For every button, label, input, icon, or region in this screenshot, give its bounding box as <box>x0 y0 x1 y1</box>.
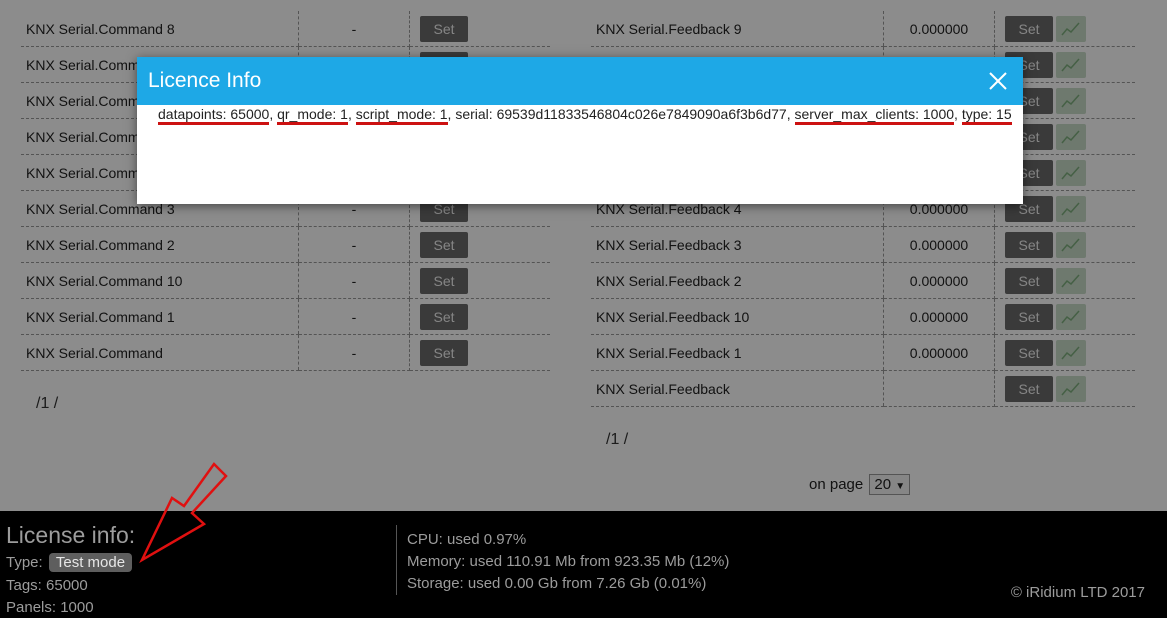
dialog-header: Licence Info <box>137 57 1023 105</box>
license-type: Type: Test mode <box>6 553 133 572</box>
field-type: type: 15 <box>961 106 1012 125</box>
license-type-badge: Test mode <box>48 553 133 572</box>
license-title: License info: <box>6 522 136 548</box>
close-icon[interactable] <box>987 70 1009 92</box>
storage-usage: Storage: used 0.00 Gb from 7.26 Gb (0.01… <box>407 575 707 592</box>
field-serial: serial: 69539d11833546804c026e7849090a6f… <box>455 106 787 122</box>
memory-usage: Memory: used 110.91 Mb from 923.35 Mb (1… <box>407 553 730 570</box>
annotation-arrow-icon <box>139 462 228 564</box>
field-datapoints: datapoints: 65000 <box>158 106 270 125</box>
divider <box>396 525 397 595</box>
licence-info-dialog: Licence Info datapoints: 65000, qr_mode:… <box>137 57 1023 204</box>
dialog-body: datapoints: 65000, qr_mode: 1, script_mo… <box>137 103 1023 125</box>
cpu-usage: CPU: used 0.97% <box>407 531 527 548</box>
field-qr-mode: qr_mode: 1 <box>277 106 348 125</box>
dialog-title: Licence Info <box>148 69 262 92</box>
field-script-mode: script_mode: 1 <box>355 106 448 125</box>
copyright: © iRidium LTD 2017 <box>1010 584 1145 601</box>
license-type-label: Type: <box>6 554 43 571</box>
license-tags: Tags: 65000 <box>6 577 88 594</box>
license-panels: Panels: 1000 <box>6 599 94 616</box>
field-server-max-clients: server_max_clients: 1000 <box>794 106 955 125</box>
